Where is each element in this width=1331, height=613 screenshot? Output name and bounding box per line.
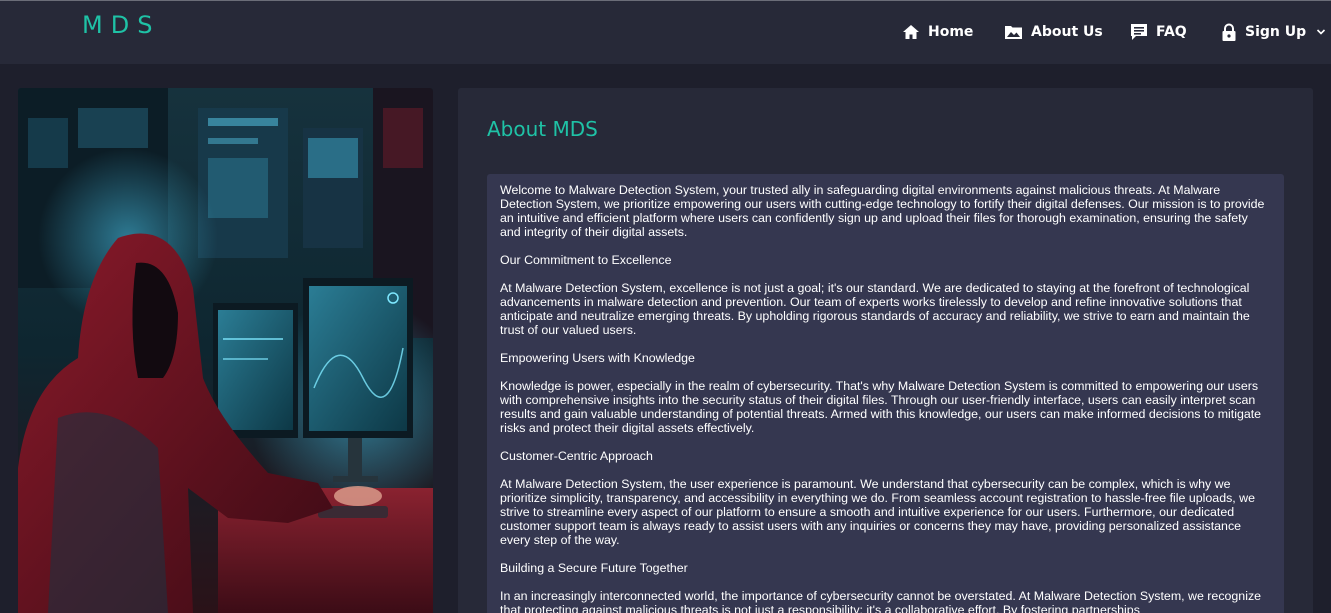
home-icon: [902, 24, 920, 40]
customer-paragraph: At Malware Detection System, the user ex…: [500, 477, 1256, 547]
nav-signup-dropdown[interactable]: Sign Up: [1221, 21, 1326, 43]
nav-faq-link[interactable]: FAQ: [1130, 21, 1187, 43]
nav-home-label: Home: [928, 24, 974, 40]
nav-home-link[interactable]: Home: [902, 21, 973, 43]
about-intro-paragraph: Welcome to Malware Detection System, you…: [500, 183, 1265, 239]
customer-heading: Customer-Centric Approach: [500, 449, 653, 463]
about-text-content: Welcome to Malware Detection System, you…: [487, 174, 1284, 613]
chat-icon: [1130, 23, 1148, 41]
nav-signup-label: Sign Up: [1245, 24, 1307, 40]
lock-icon: [1221, 23, 1237, 42]
about-panel: About MDS Welcome to Malware Detection S…: [458, 88, 1313, 613]
knowledge-paragraph: Knowledge is power, especially in the re…: [500, 379, 1262, 435]
nav-about-link[interactable]: About Us: [1004, 21, 1103, 43]
commitment-heading: Our Commitment to Excellence: [500, 253, 672, 267]
future-paragraph: In an increasingly interconnected world,…: [500, 589, 1262, 613]
knowledge-heading: Empowering Users with Knowledge: [500, 351, 695, 365]
commitment-paragraph: At Malware Detection System, excellence …: [500, 281, 1250, 337]
about-text-box[interactable]: Welcome to Malware Detection System, you…: [487, 174, 1284, 613]
navbar: MDS Home About Us FAQ Sign Up: [0, 1, 1331, 64]
nav-faq-label: FAQ: [1156, 24, 1187, 40]
chevron-down-icon: [1316, 28, 1326, 36]
future-heading: Building a Secure Future Together: [500, 561, 688, 575]
about-title: About MDS: [487, 117, 598, 141]
image-icon: [1004, 24, 1023, 40]
hacker-illustration-image: [18, 88, 433, 613]
brand-logo[interactable]: MDS: [82, 11, 160, 39]
nav-about-label: About Us: [1031, 24, 1103, 40]
